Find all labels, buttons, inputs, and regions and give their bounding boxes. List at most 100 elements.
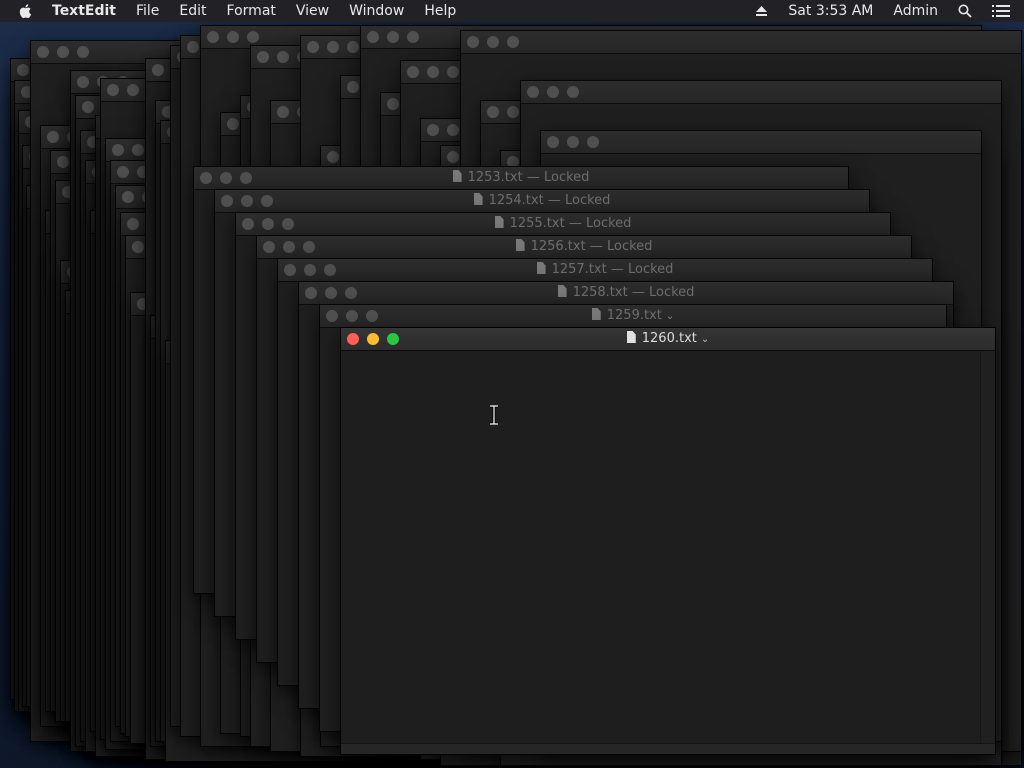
window-title: 1257.txt — Locked xyxy=(278,259,932,281)
window-controls xyxy=(467,36,519,48)
window-titlebar[interactable]: 1256.txt — Locked xyxy=(257,236,911,259)
zoom-button xyxy=(77,46,89,58)
close-button xyxy=(227,118,239,130)
close-button xyxy=(112,144,124,156)
window-controls xyxy=(307,41,359,53)
window-titlebar[interactable]: 1254.txt — Locked xyxy=(215,190,869,213)
window-titlebar[interactable]: 1258.txt — Locked xyxy=(299,282,953,305)
minimize-button xyxy=(507,106,519,118)
zoom-button xyxy=(587,136,599,148)
zoom-button xyxy=(567,86,579,98)
window-controls xyxy=(547,136,599,148)
window-controls xyxy=(367,31,419,43)
close-button xyxy=(467,36,479,48)
window-titlebar[interactable]: 1255.txt — Locked xyxy=(236,213,890,236)
close-button xyxy=(367,31,379,43)
minimize-button xyxy=(547,86,559,98)
window-titlebar[interactable]: 1257.txt — Locked xyxy=(278,259,932,282)
menu-format[interactable]: Format xyxy=(217,0,286,22)
menu-view[interactable]: View xyxy=(286,0,339,22)
document-icon xyxy=(591,308,601,320)
close-button xyxy=(427,124,439,136)
close-button xyxy=(57,156,69,168)
close-button xyxy=(77,76,89,88)
text-cursor-icon xyxy=(490,405,498,425)
menu-app-name[interactable]: TextEdit xyxy=(42,0,126,22)
window-title: 1256.txt — Locked xyxy=(257,236,911,258)
zoom-button xyxy=(507,36,519,48)
close-button xyxy=(527,86,539,98)
window-titlebar xyxy=(521,81,1001,104)
menu-help[interactable]: Help xyxy=(414,0,466,22)
close-button xyxy=(207,31,219,43)
menu-edit[interactable]: Edit xyxy=(169,0,216,22)
close-button xyxy=(307,41,319,53)
close-button xyxy=(152,64,164,76)
document-icon xyxy=(452,170,462,182)
close-button xyxy=(17,64,29,76)
close-button xyxy=(257,51,269,63)
close-button xyxy=(277,106,289,118)
window-title: 1253.txt — Locked xyxy=(194,167,848,189)
document-icon xyxy=(626,331,636,343)
close-button xyxy=(187,41,199,53)
list-icon[interactable] xyxy=(982,0,1024,22)
window-titlebar[interactable]: 1253.txt — Locked xyxy=(194,167,848,190)
minimize-button xyxy=(127,84,139,96)
close-button xyxy=(347,81,359,93)
close-button xyxy=(487,106,499,118)
close-button xyxy=(37,46,49,58)
close-button xyxy=(547,136,559,148)
document-icon xyxy=(557,285,567,297)
zoom-button xyxy=(407,31,419,43)
window-1260-active[interactable]: 1260.txt ⌄ xyxy=(340,327,996,755)
minimize-button xyxy=(327,41,339,53)
window-controls xyxy=(527,86,579,98)
text-editor-area[interactable] xyxy=(341,351,981,744)
document-icon xyxy=(473,193,483,205)
minimize-button xyxy=(277,51,289,63)
menu-window[interactable]: Window xyxy=(339,0,414,22)
window-titlebar[interactable]: 1259.txt ⌄ xyxy=(320,305,946,328)
window-title: 1255.txt — Locked xyxy=(236,213,890,235)
window-title: 1259.txt ⌄ xyxy=(320,305,946,328)
window-title: 1254.txt — Locked xyxy=(215,190,869,212)
menu-file[interactable]: File xyxy=(126,0,169,22)
chevron-down-icon[interactable]: ⌄ xyxy=(666,311,674,322)
close-button xyxy=(132,241,144,253)
close-button xyxy=(447,151,459,163)
window-titlebar[interactable]: 1260.txt ⌄ xyxy=(341,328,995,351)
window-titlebar xyxy=(461,31,1021,54)
vertical-scrollbar[interactable] xyxy=(980,351,995,754)
eject-icon[interactable] xyxy=(745,0,778,22)
window-title: 1258.txt — Locked xyxy=(299,282,953,304)
chevron-down-icon[interactable]: ⌄ xyxy=(701,329,709,351)
close-button xyxy=(387,98,399,110)
close-button xyxy=(47,131,59,143)
user-name[interactable]: Admin xyxy=(883,0,948,22)
minimize-button xyxy=(487,36,499,48)
close-button xyxy=(107,84,119,96)
minimize-button xyxy=(132,144,144,156)
search-icon[interactable] xyxy=(948,0,982,22)
close-button xyxy=(327,151,339,163)
apple-icon[interactable] xyxy=(18,2,34,20)
window-titlebar xyxy=(541,131,981,154)
clock[interactable]: Sat 3:53 AM xyxy=(778,0,883,22)
zoom-button xyxy=(247,31,259,43)
zoom-button xyxy=(347,41,359,53)
horizontal-scrollbar[interactable] xyxy=(341,743,995,754)
document-icon xyxy=(515,239,525,251)
window-controls xyxy=(207,31,259,43)
minimize-button xyxy=(567,136,579,148)
close-button xyxy=(127,218,139,230)
minimize-button xyxy=(447,124,459,136)
document-icon xyxy=(536,262,546,274)
zoom-button xyxy=(447,66,459,78)
close-button xyxy=(117,166,129,178)
menu-bar: TextEdit File Edit Format View Window He… xyxy=(0,0,1024,22)
minimize-button xyxy=(387,31,399,43)
window-controls xyxy=(407,66,459,78)
close-button xyxy=(407,66,419,78)
minimize-button xyxy=(427,66,439,78)
